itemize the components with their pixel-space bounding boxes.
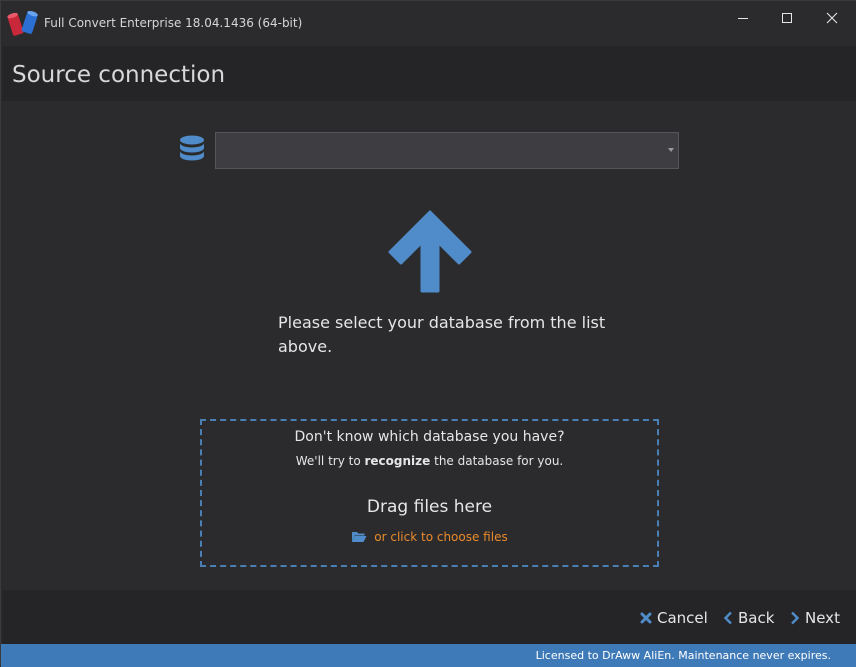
hint-bold: recognize [364,454,431,468]
back-button[interactable]: Back [723,609,774,627]
main-content: Please select your database from the lis… [2,101,856,590]
wizard-footer: Cancel Back Next [2,590,856,644]
page-header: Source connection [2,46,856,101]
app-logo-icon [7,9,39,37]
chevron-down-icon[interactable] [668,148,674,152]
folder-open-icon [352,532,367,542]
title-bar[interactable]: Full Convert Enterprise 18.04.1436 (64-b… [1,1,856,46]
minimize-button[interactable] [720,1,766,35]
app-window: Full Convert Enterprise 18.04.1436 (64-b… [0,0,856,667]
maximize-icon [782,13,792,23]
license-status-text: Licensed to DrAww AliEn. Maintenance nev… [535,649,831,662]
dropzone-hint: We'll try to recognize the database for … [202,454,657,468]
arrow-up-icon [385,209,475,297]
dropzone-question: Don't know which database you have? [294,429,565,445]
close-button[interactable] [809,1,855,35]
next-label: Next [805,609,840,627]
source-database-select[interactable] [215,132,679,169]
dropzone-drag-label: Drag files here [366,497,493,517]
chevron-right-icon [791,611,800,625]
hint-prefix: We'll try to [295,454,365,468]
instruction-text: Please select your database from the lis… [278,313,606,356]
cancel-label: Cancel [657,609,708,627]
database-icon [178,135,206,169]
choose-files-label[interactable]: or click to choose files [374,530,507,544]
file-dropzone[interactable]: Don't know which database you have? We'l… [200,419,659,567]
cancel-button[interactable]: Cancel [640,609,708,627]
chevron-left-icon [723,611,732,625]
close-icon [826,12,838,24]
cancel-x-icon [640,612,652,624]
next-button[interactable]: Next [790,609,840,627]
hint-suffix: the database for you. [430,454,564,468]
maximize-button[interactable] [764,1,810,35]
back-label: Back [738,609,775,627]
page-title: Source connection [12,62,226,88]
status-bar: Licensed to DrAww AliEn. Maintenance nev… [1,644,856,667]
minimize-icon [738,18,748,19]
choose-files-link[interactable]: or click to choose files [202,530,657,544]
window-title: Full Convert Enterprise 18.04.1436 (64-b… [44,16,303,30]
